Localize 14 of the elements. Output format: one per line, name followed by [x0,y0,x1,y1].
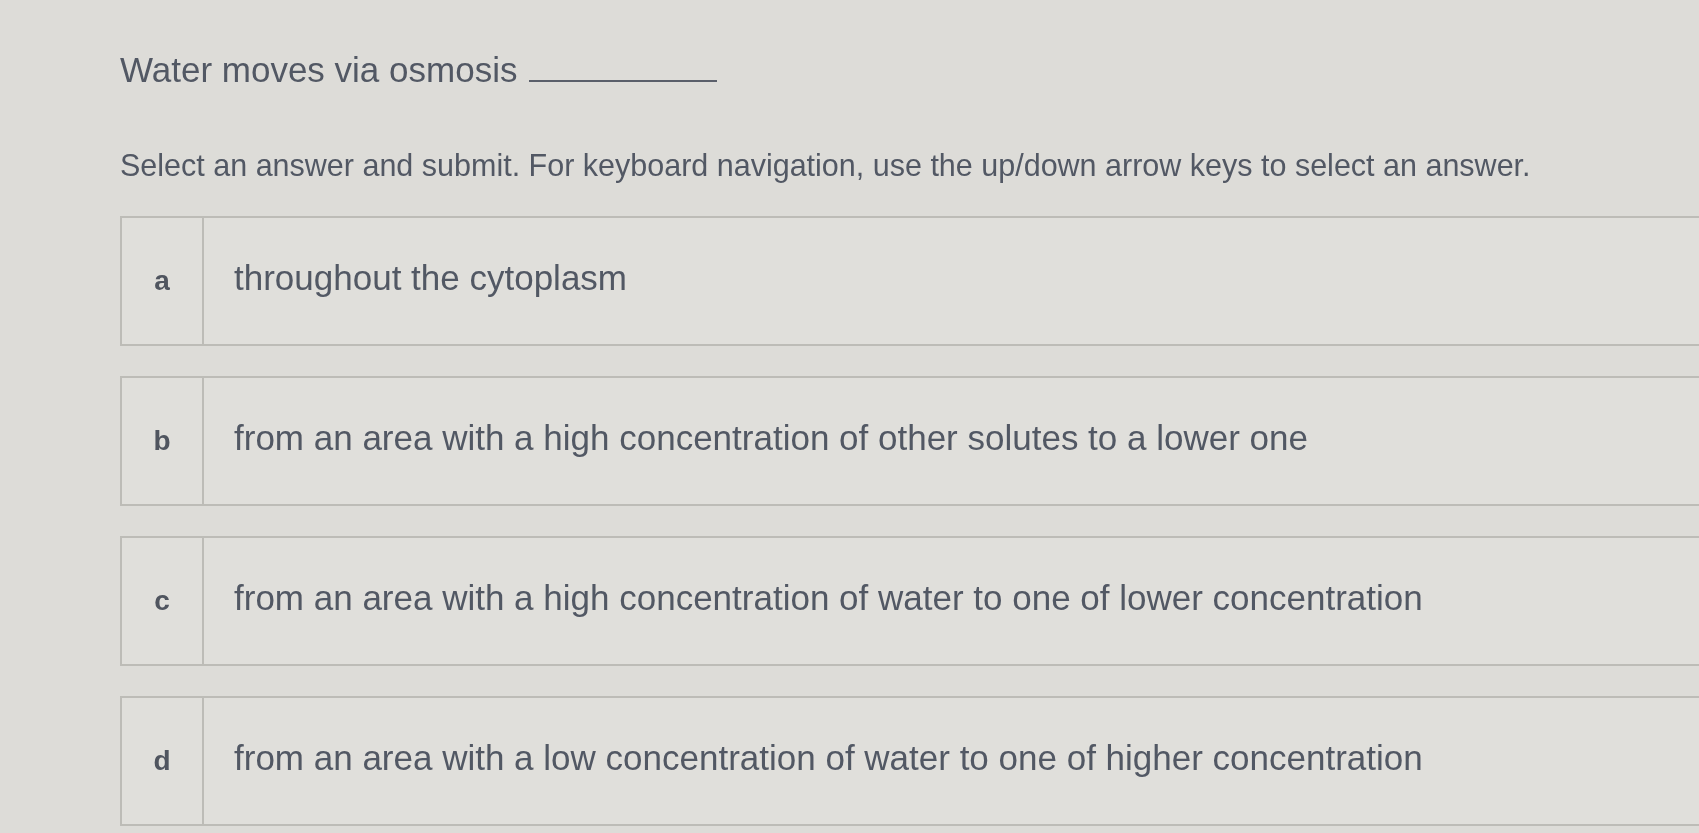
question-text: Water moves via osmosis [120,49,518,91]
option-text: from an area with a high concentration of other solutes to a lower one [234,417,1308,459]
answer-option[interactable]: c from an area with a high concentration of water to one of lower concentration [120,536,1699,666]
answer-option[interactable]: b from an area with a high concentration of other solutes to a lower one [120,376,1699,506]
option-letter: c [122,538,204,664]
option-text: from an area with a high concentration of water to one of lower concentration [234,577,1423,619]
option-text: from an area with a low concentration of water to one of higher concentration [234,737,1423,779]
instructions-text: Select an answer and submit. For keyboard navigation, use the up/down arrow keys to select an answer. [120,147,1531,185]
option-letter: b [122,378,204,504]
option-text: throughout the cytoplasm [234,257,627,299]
answer-option[interactable]: a throughout the cytoplasm [120,216,1699,346]
option-letter: d [122,698,204,824]
option-letter: a [122,218,204,344]
answer-option[interactable]: d from an area with a low concentration of water to one of higher concentration [120,696,1699,826]
